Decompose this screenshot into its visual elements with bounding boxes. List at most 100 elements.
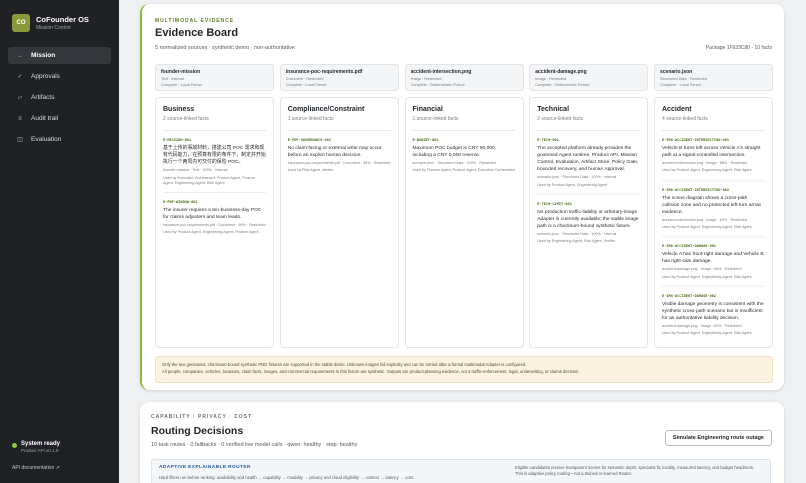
fact-columns: Business 2 source-linked facts E-MISSION…: [155, 97, 773, 348]
column-title: Technical: [537, 106, 570, 113]
router-description: Hard filters run before ranking: availab…: [159, 475, 415, 480]
fact-text: Vehicle A has front-right damage and Veh…: [662, 252, 764, 265]
sidebar-item-label: Audit trail: [31, 115, 59, 122]
source-name: accident-damage.png: [535, 69, 587, 75]
source-name: insurance-poc-requirements.pdf: [285, 69, 363, 75]
app-logo: CO: [12, 14, 30, 32]
fact-column-business: Business 2 source-linked facts E-MISSION…: [155, 97, 274, 348]
sidebar-item-label: Mission: [31, 52, 56, 59]
arrow-right-icon: →: [17, 52, 23, 59]
fact-column-technical: Technical 2 source-linked facts E-TECH-0…: [529, 97, 649, 348]
fact-used-by: Used by Product Agent, Engineering Agent: [537, 182, 608, 187]
fact-item[interactable]: E-PDF-GOVERNANCE-001 No claim-facing or …: [288, 138, 391, 180]
fact-item[interactable]: E-IMG-ACCIDENT-DAMAGE-001 Vehicle A has …: [662, 244, 765, 287]
router-info-card: ADAPTIVE EXPLAINABLE ROUTER Hard filters…: [151, 459, 771, 483]
column-title: Financial: [412, 106, 443, 113]
evidence-board-panel: MULTIMODAL EVIDENCE Evidence Board 5 nor…: [140, 4, 784, 390]
fact-id: E-IMG-ACCIDENT-INTERSECTION-001: [662, 138, 730, 142]
app-subtitle: Mission Control: [36, 25, 71, 31]
sidebar-item-label: Evaluation: [31, 136, 62, 143]
status-version: Product API v0.1.0: [21, 448, 59, 453]
fact-source: accident-damage.png · Image · 80% · Rest…: [662, 324, 742, 329]
notice-line: All people, companies, vehicles, locatio…: [162, 368, 580, 374]
fact-column-compliance: Compliance/Constraint 1 source-linked fa…: [279, 97, 399, 348]
check-icon: ✓: [17, 74, 23, 80]
sidebar-nav: → Mission ✓ Approvals ▱ Artifacts ≡ Audi…: [8, 47, 111, 152]
sidebar-item-artifacts[interactable]: ▱ Artifacts: [8, 89, 111, 106]
api-documentation-link[interactable]: API documentation ↗: [12, 465, 60, 471]
fact-used-by: Used by Finance Agent, Product Agent, Ex…: [412, 168, 516, 173]
chart-icon: ◫: [17, 137, 23, 143]
fact-item[interactable]: E-IMG-ACCIDENT-INTERSECTION-002 The scen…: [662, 188, 765, 238]
fact-used-by: Used by Risk Agent, Verifier: [287, 168, 334, 173]
source-card[interactable]: accident-damage.png Image · Restricted C…: [529, 64, 649, 91]
fact-used-by: Used by Executive Orchestrator, Product …: [163, 175, 256, 185]
source-card[interactable]: scenario.json Structured Data · Restrict…: [654, 64, 773, 91]
fact-id: E-TECH-LIMIT-001: [537, 201, 572, 206]
source-name: founder-mission: [161, 69, 201, 75]
column-count: 4 source-linked facts: [662, 116, 765, 131]
source-type: Image · Restricted: [410, 77, 442, 81]
source-list: founder-mission Text · Internal Complete…: [155, 64, 773, 91]
sidebar-item-audit-trail[interactable]: ≡ Audit trail: [8, 110, 111, 127]
column-count: 2 source-linked facts: [163, 116, 266, 131]
fact-used-by: Used by Product Agent, Engineering Agent…: [662, 331, 752, 336]
fact-source: accident-intersection.png · Image · 83% …: [662, 217, 748, 222]
fact-item[interactable]: E-TECH-001 The accepted platform already…: [537, 138, 641, 195]
fact-text: Vehicle B turns left across Vehicle A's …: [662, 146, 761, 159]
evidence-subtitle: 5 normalized sources · synthetic demo · …: [155, 45, 296, 51]
fact-text: 基于上传的事故材料，搭建公司 POC 需求和现有代码能力，在预算有限的条件下，制…: [163, 146, 266, 166]
router-title: ADAPTIVE EXPLAINABLE ROUTER: [159, 465, 251, 470]
sidebar-item-mission[interactable]: → Mission: [8, 47, 111, 64]
fact-item[interactable]: E-PDF-WINDOW-001 The insurer requires a …: [163, 200, 266, 242]
fact-used-by: Used by Product Agent, Engineering Agent…: [662, 168, 752, 173]
source-status: Complete · Local Parser: [285, 83, 327, 87]
router-note: Eligible candidates receive transparent …: [515, 465, 755, 477]
fact-item[interactable]: E-IMG-ACCIDENT-DAMAGE-002 Visible damage…: [662, 294, 765, 343]
fact-item[interactable]: E-MISSION-001 基于上传的事故材料，搭建公司 POC 需求和现有代码…: [163, 138, 266, 193]
fact-source: scenario.json · Structured Data · 100% ·…: [537, 175, 617, 180]
source-name: accident-intersection.png: [410, 69, 472, 75]
column-count: 2 source-linked facts: [537, 116, 641, 131]
fact-item[interactable]: E-TECH-LIMIT-001 No production traffic-l…: [537, 202, 640, 251]
fact-item[interactable]: E-IMG-ACCIDENT-INTERSECTION-001 Vehicle …: [662, 138, 765, 181]
source-type: Document · Restricted: [285, 77, 324, 81]
fact-used-by: Used by Product Agent, Engineering Agent…: [662, 274, 752, 279]
source-status: Complete · Deterministic Fixture: [410, 83, 465, 87]
source-card[interactable]: accident-intersection.png Image · Restri…: [404, 64, 524, 91]
status-dot-icon: [12, 443, 17, 448]
source-type: Image · Restricted: [535, 77, 567, 81]
sidebar-item-approvals[interactable]: ✓ Approvals: [8, 68, 111, 85]
sidebar-item-evaluation[interactable]: ◫ Evaluation: [8, 131, 111, 148]
routing-subtitle: 10 task routes · 0 fallbacks · 0 verifie…: [151, 442, 358, 448]
fact-id: E-IMG-ACCIDENT-INTERSECTION-002: [662, 187, 730, 192]
routing-decisions-panel: CAPABILITY · PRIVACY · COST Routing Deci…: [140, 402, 784, 483]
fact-source: scenario.json · Structured Data · 100% ·…: [537, 232, 617, 237]
synthetic-notice: Only the two generated, checksum-bound s…: [155, 356, 773, 383]
fact-text: No production traffic-liability or arbit…: [537, 209, 639, 229]
fact-id: E-PDF-WINDOW-001: [163, 199, 198, 204]
source-card[interactable]: insurance-poc-requirements.pdf Document …: [279, 64, 399, 91]
source-status: Complete · Local Parser: [161, 83, 202, 87]
fact-text: The accepted platform already provides t…: [537, 146, 639, 173]
fact-id: E-MISSION-001: [163, 138, 192, 142]
fact-used-by: Used by Engineering Agent, Risk Agent, V…: [537, 239, 616, 244]
source-card[interactable]: founder-mission Text · Internal Complete…: [155, 64, 274, 91]
column-count: 1 source-linked facts: [287, 116, 391, 131]
source-name: scenario.json: [660, 69, 693, 75]
brand[interactable]: CO CoFounder OS Mission Control: [12, 14, 89, 32]
sidebar-item-label: Approvals: [31, 73, 60, 80]
fact-id: E-TECH-001: [537, 138, 559, 142]
system-status: System ready Product API v0.1.0: [12, 441, 60, 453]
cube-icon: ▱: [17, 95, 23, 101]
fact-id: E-IMG-ACCIDENT-DAMAGE-001: [662, 244, 717, 249]
app-name: CoFounder OS: [36, 15, 89, 24]
fact-item[interactable]: E-BUDGET-001 Maximum POC budget is CNY 5…: [413, 138, 516, 180]
fact-source: founder-mission · Text · 100% · Internal: [163, 168, 228, 173]
fact-text: Maximum POC budget is CNY 50,000, includ…: [412, 146, 497, 159]
source-type: Text · Internal: [161, 77, 185, 81]
evidence-eyebrow: MULTIMODAL EVIDENCE: [155, 18, 235, 24]
fact-used-by: Used by Product Agent, Engineering Agent…: [662, 225, 752, 230]
simulate-outage-button[interactable]: Simulate Engineering route outage: [664, 430, 772, 446]
page-title: Evidence Board: [155, 27, 239, 39]
